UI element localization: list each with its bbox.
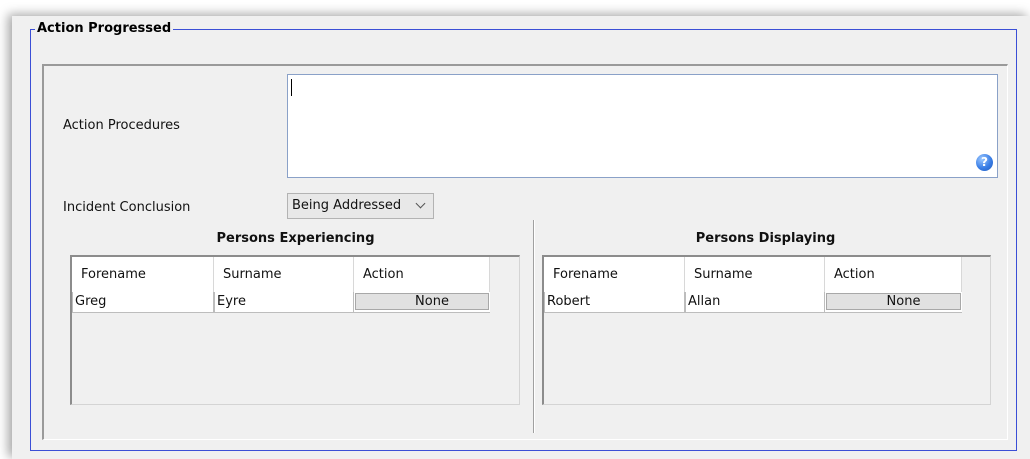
column-header-forename[interactable]: Forename [72, 257, 214, 292]
column-header-action[interactable]: Action [825, 257, 962, 292]
table-header: Forename Surname Action [72, 257, 490, 292]
column-header-action[interactable]: Action [354, 257, 490, 292]
section-divider [533, 220, 535, 433]
persons-displaying-table: Forename Surname Action Robert Allan Non… [542, 255, 991, 405]
cell-action: None [825, 292, 962, 313]
cell-forename[interactable]: Greg [72, 292, 214, 313]
text-caret [291, 79, 292, 96]
help-icon[interactable]: ? [976, 154, 993, 171]
persons-displaying-title: Persons Displaying [695, 231, 836, 246]
action-none-button[interactable]: None [826, 293, 961, 310]
cell-forename[interactable]: Robert [544, 292, 685, 313]
persons-experiencing-title: Persons Experiencing [216, 231, 375, 246]
cell-surname[interactable]: Eyre [214, 292, 354, 313]
action-procedures-input[interactable]: ? [287, 74, 998, 178]
incident-conclusion-value: Being Addressed [292, 198, 402, 213]
persons-experiencing-table: Forename Surname Action Greg Eyre None [70, 255, 520, 405]
column-header-surname[interactable]: Surname [685, 257, 825, 292]
table-row[interactable]: Greg Eyre None [72, 292, 490, 313]
action-procedures-label: Action Procedures [63, 118, 180, 133]
incident-conclusion-select[interactable]: Being Addressed [287, 193, 434, 219]
incident-conclusion-label: Incident Conclusion [63, 200, 191, 215]
column-header-surname[interactable]: Surname [214, 257, 354, 292]
column-header-forename[interactable]: Forename [544, 257, 685, 292]
action-none-button[interactable]: None [355, 293, 489, 310]
table-row[interactable]: Robert Allan None [544, 292, 962, 313]
group-legend: Action Progressed [35, 21, 174, 36]
cell-action: None [354, 292, 490, 313]
cell-surname[interactable]: Allan [685, 292, 825, 313]
chevron-down-icon [415, 198, 426, 209]
table-header: Forename Surname Action [544, 257, 962, 292]
